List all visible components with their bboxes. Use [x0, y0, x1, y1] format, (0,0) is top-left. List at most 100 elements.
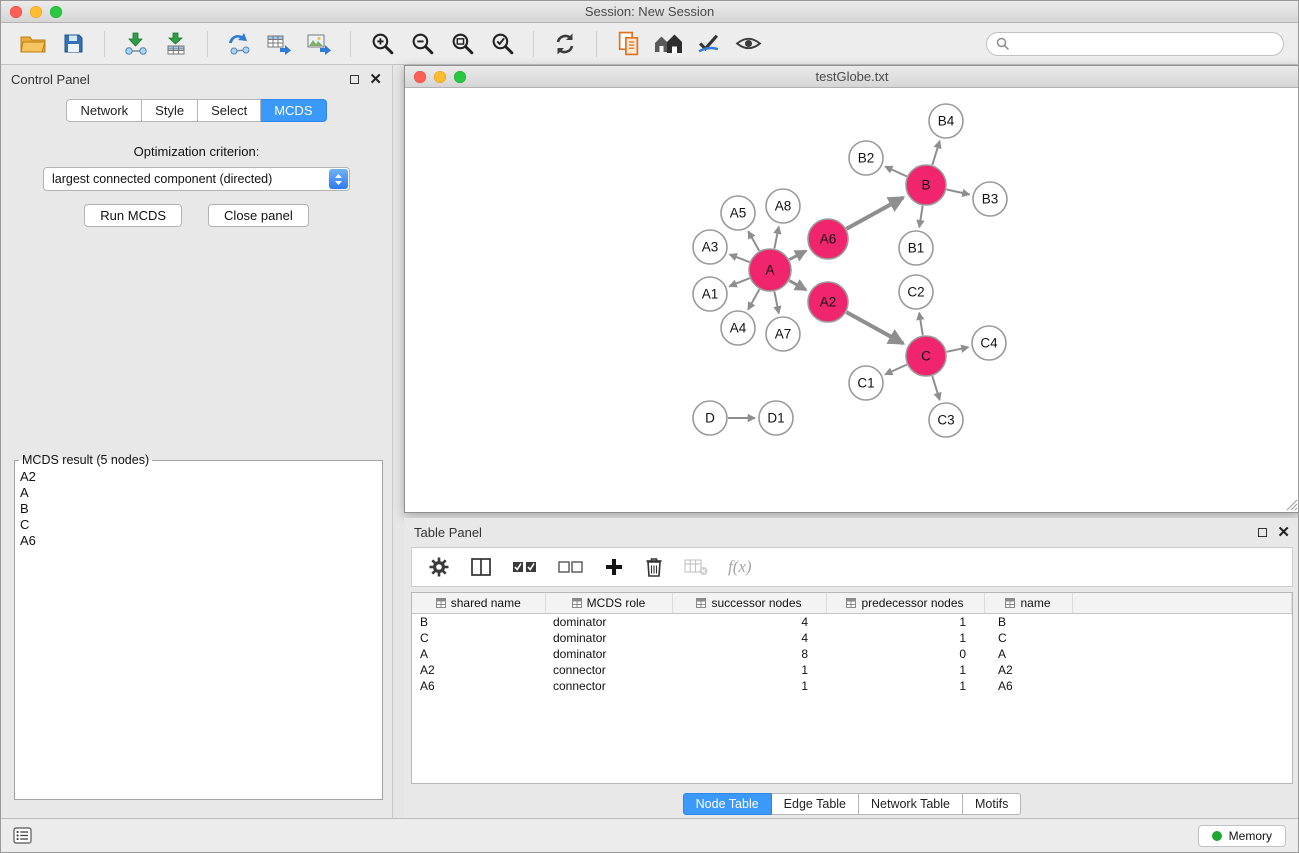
- show-panel-toggle-button[interactable]: [13, 827, 32, 844]
- zoom-network-window-button[interactable]: [454, 71, 466, 83]
- minimize-network-window-button[interactable]: [434, 71, 446, 83]
- network-snapshot-button[interactable]: [610, 27, 646, 61]
- mcds-result-item[interactable]: B: [20, 501, 377, 517]
- zoom-selected-button[interactable]: [484, 27, 520, 61]
- save-session-button[interactable]: [55, 27, 91, 61]
- table-row[interactable]: A2connector11A2: [412, 662, 1292, 678]
- edge-A-A3[interactable]: [730, 255, 750, 263]
- column-header-successor-nodes[interactable]: successor nodes: [672, 593, 826, 613]
- node-C3[interactable]: C3: [929, 403, 963, 437]
- zoom-fit-button[interactable]: [444, 27, 480, 61]
- float-panel-icon[interactable]: [350, 75, 359, 84]
- node-C[interactable]: C: [906, 336, 946, 376]
- run-mcds-button[interactable]: Run MCDS: [84, 204, 182, 227]
- edge-C-C3[interactable]: [932, 376, 939, 400]
- zoom-in-button[interactable]: [364, 27, 400, 61]
- column-header-name[interactable]: name: [984, 593, 1072, 613]
- node-A3[interactable]: A3: [693, 230, 727, 264]
- edge-A6-B[interactable]: [846, 198, 903, 229]
- select-all-rows-button[interactable]: [512, 559, 538, 575]
- import-table-button[interactable]: [158, 27, 194, 61]
- open-session-button[interactable]: [15, 27, 51, 61]
- node-D1[interactable]: D1: [759, 401, 793, 435]
- float-table-panel-icon[interactable]: [1258, 528, 1267, 537]
- edge-B-B3[interactable]: [947, 190, 970, 195]
- node-B3[interactable]: B3: [973, 182, 1007, 216]
- network-canvas-svg[interactable]: A A1 A2 A3 A4 A5 A6 A7 A8 B B1 B2 B3 B4 C C1 C2 C3 C4 D D1: [405, 88, 1299, 512]
- table-tab-motifs[interactable]: Motifs: [963, 793, 1021, 815]
- mcds-result-item[interactable]: A2: [20, 469, 377, 485]
- edge-A-A6[interactable]: [789, 251, 806, 260]
- column-selector-button[interactable]: [470, 557, 492, 577]
- edge-C-C4[interactable]: [947, 347, 969, 352]
- node-C1[interactable]: C1: [849, 366, 883, 400]
- edge-C-C1[interactable]: [885, 365, 907, 375]
- export-image-button[interactable]: [301, 27, 337, 61]
- add-column-button[interactable]: [604, 557, 624, 577]
- node-D[interactable]: D: [693, 401, 727, 435]
- node-A1[interactable]: A1: [693, 277, 727, 311]
- close-panel-icon[interactable]: ✕: [369, 72, 382, 87]
- mcds-result-item[interactable]: C: [20, 517, 377, 533]
- tab-mcds[interactable]: MCDS: [261, 99, 326, 122]
- memory-button[interactable]: Memory: [1198, 825, 1286, 847]
- edge-B-B4[interactable]: [932, 141, 939, 165]
- function-builder-button[interactable]: f(x): [728, 557, 752, 577]
- node-B2[interactable]: B2: [849, 141, 883, 175]
- close-table-panel-icon[interactable]: ✕: [1277, 525, 1290, 540]
- edge-B-B2[interactable]: [885, 167, 907, 177]
- network-canvas[interactable]: A A1 A2 A3 A4 A5 A6 A7 A8 B B1 B2 B3 B4 C C1 C2 C3 C4 D D1: [405, 88, 1299, 512]
- table-row[interactable]: A6connector11A6: [412, 678, 1292, 694]
- table-settings-button[interactable]: [428, 556, 450, 578]
- close-window-button[interactable]: [10, 6, 22, 18]
- edge-A2-C[interactable]: [846, 312, 903, 343]
- toolbar-search-field[interactable]: [986, 32, 1284, 56]
- export-network-button[interactable]: [221, 27, 257, 61]
- edge-A-A8[interactable]: [774, 227, 778, 249]
- mcds-result-item[interactable]: A6: [20, 533, 377, 549]
- edge-B-B1[interactable]: [919, 206, 922, 228]
- node-A7[interactable]: A7: [766, 317, 800, 351]
- resize-grip[interactable]: [1285, 498, 1298, 511]
- show-graphics-details-button[interactable]: [730, 27, 766, 61]
- delete-column-button[interactable]: [644, 556, 664, 578]
- zoom-out-button[interactable]: [404, 27, 440, 61]
- node-B1[interactable]: B1: [899, 231, 933, 265]
- mcds-result-item[interactable]: A: [20, 485, 377, 501]
- column-header-shared-name[interactable]: shared name: [412, 593, 545, 613]
- node-A6[interactable]: A6: [808, 219, 848, 259]
- table-row[interactable]: Cdominator41C: [412, 630, 1292, 646]
- edge-A-A7[interactable]: [774, 292, 778, 314]
- node-A2[interactable]: A2: [808, 282, 848, 322]
- edge-C-C2[interactable]: [919, 313, 923, 336]
- node-A[interactable]: A: [749, 249, 791, 291]
- node-C4[interactable]: C4: [972, 326, 1006, 360]
- export-table-button[interactable]: [261, 27, 297, 61]
- table-tab-network-table[interactable]: Network Table: [859, 793, 963, 815]
- search-input[interactable]: [1015, 37, 1274, 51]
- node-A8[interactable]: A8: [766, 189, 800, 223]
- close-panel-button[interactable]: Close panel: [208, 204, 309, 227]
- tab-network[interactable]: Network: [66, 99, 142, 122]
- node-C2[interactable]: C2: [899, 275, 933, 309]
- deselect-all-rows-button[interactable]: [558, 559, 584, 575]
- table-tab-node-table[interactable]: Node Table: [683, 793, 772, 815]
- tab-select[interactable]: Select: [198, 99, 261, 122]
- node-B4[interactable]: B4: [929, 104, 963, 138]
- node-B[interactable]: B: [906, 165, 946, 205]
- home-button[interactable]: [650, 27, 686, 61]
- import-network-button[interactable]: [118, 27, 154, 61]
- node-A4[interactable]: A4: [721, 311, 755, 345]
- table-row[interactable]: Adominator80A: [412, 646, 1292, 662]
- edge-A-A4[interactable]: [748, 289, 759, 309]
- edge-A-A5[interactable]: [748, 231, 759, 251]
- close-network-window-button[interactable]: [414, 71, 426, 83]
- tab-style[interactable]: Style: [142, 99, 198, 122]
- node-A5[interactable]: A5: [721, 196, 755, 230]
- apply-style-button[interactable]: [690, 27, 726, 61]
- criterion-dropdown[interactable]: largest connected component (directed): [43, 167, 350, 191]
- edge-A-A1[interactable]: [730, 278, 750, 286]
- edge-A-A2[interactable]: [789, 281, 806, 290]
- zoom-window-button[interactable]: [50, 6, 62, 18]
- apply-layout-button[interactable]: [547, 27, 583, 61]
